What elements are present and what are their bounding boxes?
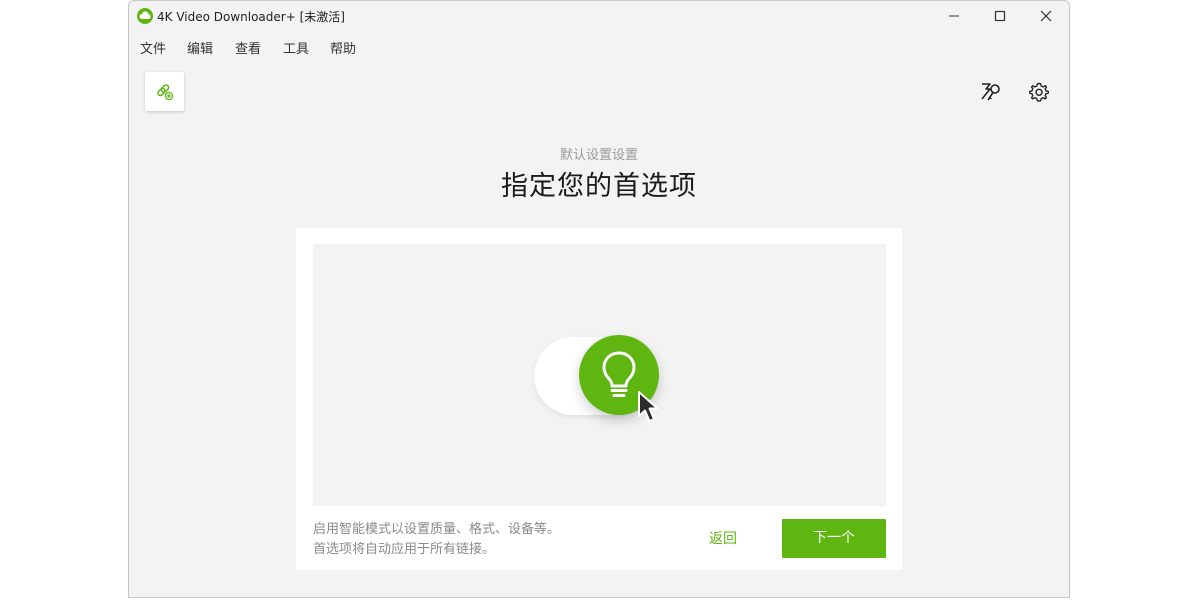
description-line-2: 首选项将自动应用于所有链接。: [313, 542, 496, 557]
setup-description: 启用智能模式以设置质量、格式、设备等。 首选项将自动应用于所有链接。: [313, 520, 560, 560]
app-window: 4K Video Downloader+ [未激活] 文件 编辑 查看 工具 帮…: [128, 0, 1070, 598]
description-line-1: 启用智能模式以设置质量、格式、设备等。: [313, 522, 561, 537]
menu-edit[interactable]: 编辑: [187, 38, 213, 57]
close-button[interactable]: [1023, 1, 1069, 31]
title-bar[interactable]: 4K Video Downloader+ [未激活]: [129, 1, 1069, 31]
minimize-button[interactable]: [931, 1, 977, 31]
maximize-icon: [994, 10, 1006, 22]
close-icon: [1040, 10, 1052, 22]
smart-mode-button[interactable]: [979, 80, 1003, 104]
cursor-arrow-icon: [638, 391, 659, 422]
gear-icon: [1029, 82, 1049, 102]
next-button[interactable]: 下一个: [782, 519, 886, 558]
menu-file[interactable]: 文件: [140, 38, 166, 57]
window-title: 4K Video Downloader+ [未激活]: [157, 10, 345, 24]
link-plus-icon: [157, 84, 174, 101]
preferences-card: 启用智能模式以设置质量、格式、设备等。 首选项将自动应用于所有链接。 返回 下一…: [296, 228, 902, 570]
app-logo-icon: [137, 8, 153, 24]
smart-mode-icon: [981, 83, 1000, 101]
paste-link-button[interactable]: [145, 72, 184, 111]
smart-mode-illustration: [313, 244, 886, 506]
back-button[interactable]: 返回: [692, 519, 754, 559]
page-title: 指定您的首选项: [501, 171, 697, 202]
setup-subtitle: 默认设置设置: [559, 148, 638, 163]
minimize-icon: [949, 15, 959, 17]
menu-view[interactable]: 查看: [235, 38, 261, 57]
menu-tools[interactable]: 工具: [283, 38, 309, 57]
maximize-button[interactable]: [977, 1, 1023, 31]
menu-help[interactable]: 帮助: [330, 38, 356, 57]
settings-button[interactable]: [1027, 80, 1051, 104]
